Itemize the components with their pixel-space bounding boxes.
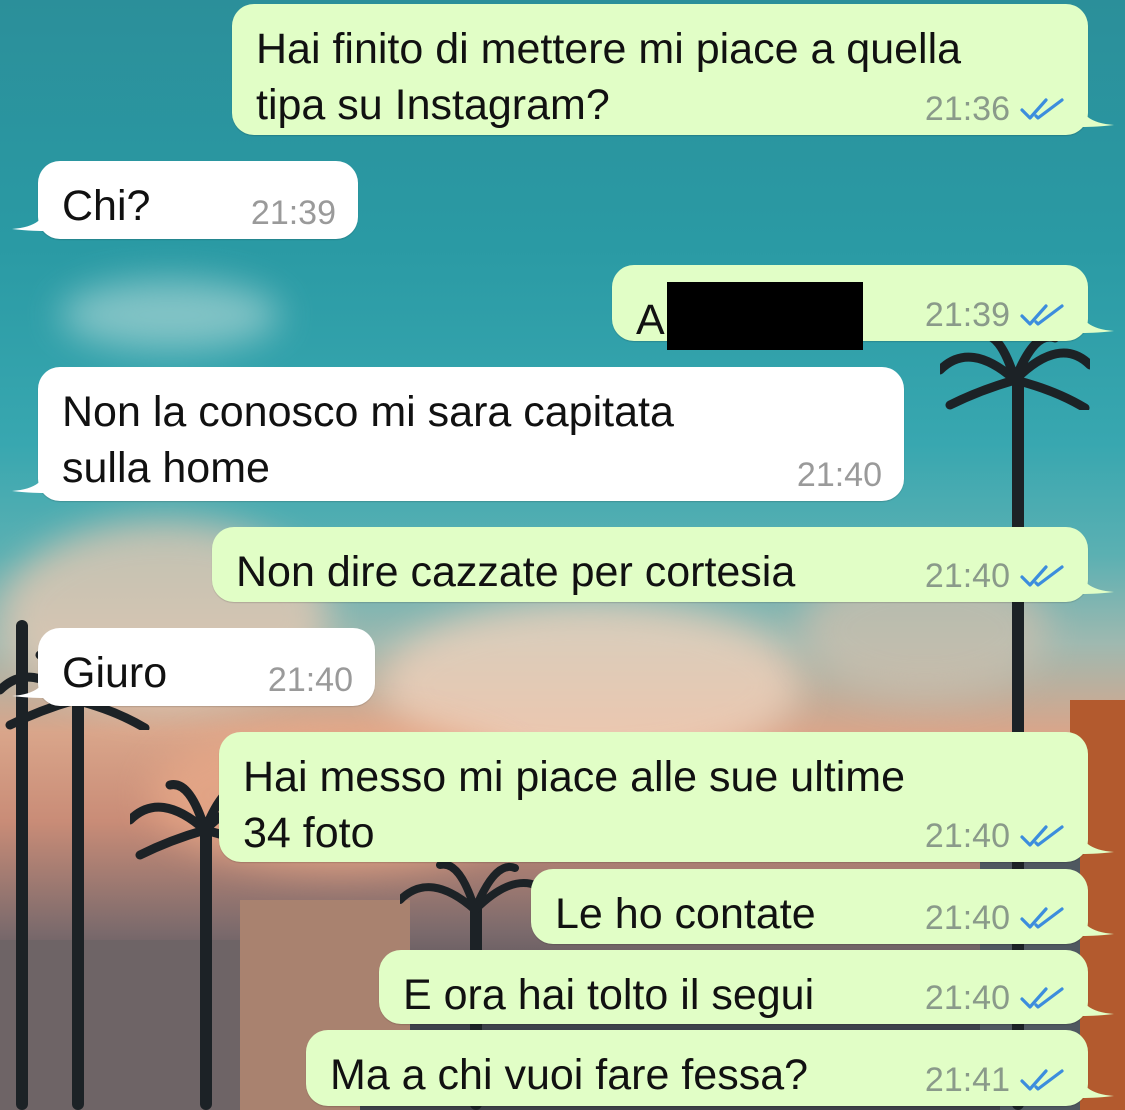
message-time: 21:40 bbox=[924, 557, 1010, 595]
message-time: 21:40 bbox=[796, 456, 882, 494]
message-time: 21:40 bbox=[924, 979, 1010, 1017]
message-time: 21:41 bbox=[924, 1061, 1010, 1099]
message-time: 21:36 bbox=[924, 90, 1010, 128]
double-check-icon bbox=[1020, 985, 1066, 1011]
redacted-block bbox=[666, 282, 863, 350]
message-time: 21:39 bbox=[924, 296, 1010, 334]
bubble-tail bbox=[1078, 303, 1114, 333]
message-meta: 21:41 bbox=[925, 1060, 1066, 1100]
bubble-tail bbox=[1078, 986, 1114, 1016]
double-check-icon bbox=[1020, 905, 1066, 931]
double-check-icon bbox=[1020, 96, 1066, 122]
double-check-icon bbox=[1020, 823, 1066, 849]
message-meta: 21:40 bbox=[797, 455, 882, 495]
bubble-tail bbox=[12, 668, 48, 698]
message-incoming[interactable]: Chi? 21:39 bbox=[38, 161, 358, 239]
message-incoming[interactable]: Non la conosco mi sara capitata sulla ho… bbox=[38, 367, 904, 501]
bubble-tail bbox=[12, 201, 48, 231]
message-meta: 21:40 bbox=[925, 978, 1066, 1018]
message-time: 21:40 bbox=[924, 817, 1010, 855]
message-meta: 21:39 bbox=[251, 193, 336, 233]
bubble-tail bbox=[1078, 1068, 1114, 1098]
message-meta: 21:39 bbox=[925, 295, 1066, 335]
message-meta: 21:40 bbox=[925, 556, 1066, 596]
bubble-tail bbox=[1078, 906, 1114, 936]
message-text-prefix: A bbox=[636, 296, 665, 344]
message-time: 21:40 bbox=[924, 899, 1010, 937]
double-check-icon bbox=[1020, 1067, 1066, 1093]
bubble-tail bbox=[12, 463, 48, 493]
message-outgoing[interactable]: Le ho contate 21:40 bbox=[531, 869, 1088, 944]
message-outgoing[interactable]: A 21:39 bbox=[612, 265, 1088, 350]
chat-thread[interactable]: Hai finito di mettere mi piace a quella … bbox=[0, 0, 1125, 1110]
double-check-icon bbox=[1020, 302, 1066, 328]
message-meta: 21:40 bbox=[925, 816, 1066, 856]
message-outgoing[interactable]: Ma a chi vuoi fare fessa? 21:41 bbox=[306, 1030, 1088, 1106]
message-meta: 21:40 bbox=[268, 660, 353, 700]
message-text: Non la conosco mi sara capitata sulla ho… bbox=[62, 388, 674, 492]
message-time: 21:40 bbox=[267, 661, 353, 699]
message-meta: 21:40 bbox=[925, 898, 1066, 938]
bubble-tail bbox=[1078, 824, 1114, 854]
message-time: 21:39 bbox=[250, 194, 336, 232]
message-outgoing[interactable]: Hai finito di mettere mi piace a quella … bbox=[232, 4, 1088, 135]
message-outgoing[interactable]: E ora hai tolto il segui 21:40 bbox=[379, 950, 1088, 1024]
bubble-tail bbox=[1078, 97, 1114, 127]
double-check-icon bbox=[1020, 563, 1066, 589]
message-incoming[interactable]: Giuro 21:40 bbox=[38, 628, 375, 706]
message-outgoing[interactable]: Non dire cazzate per cortesia 21:40 bbox=[212, 527, 1088, 602]
bubble-tail bbox=[1078, 564, 1114, 594]
message-outgoing[interactable]: Hai messo mi piace alle sue ultime 34 fo… bbox=[219, 732, 1088, 862]
message-meta: 21:36 bbox=[925, 89, 1066, 129]
